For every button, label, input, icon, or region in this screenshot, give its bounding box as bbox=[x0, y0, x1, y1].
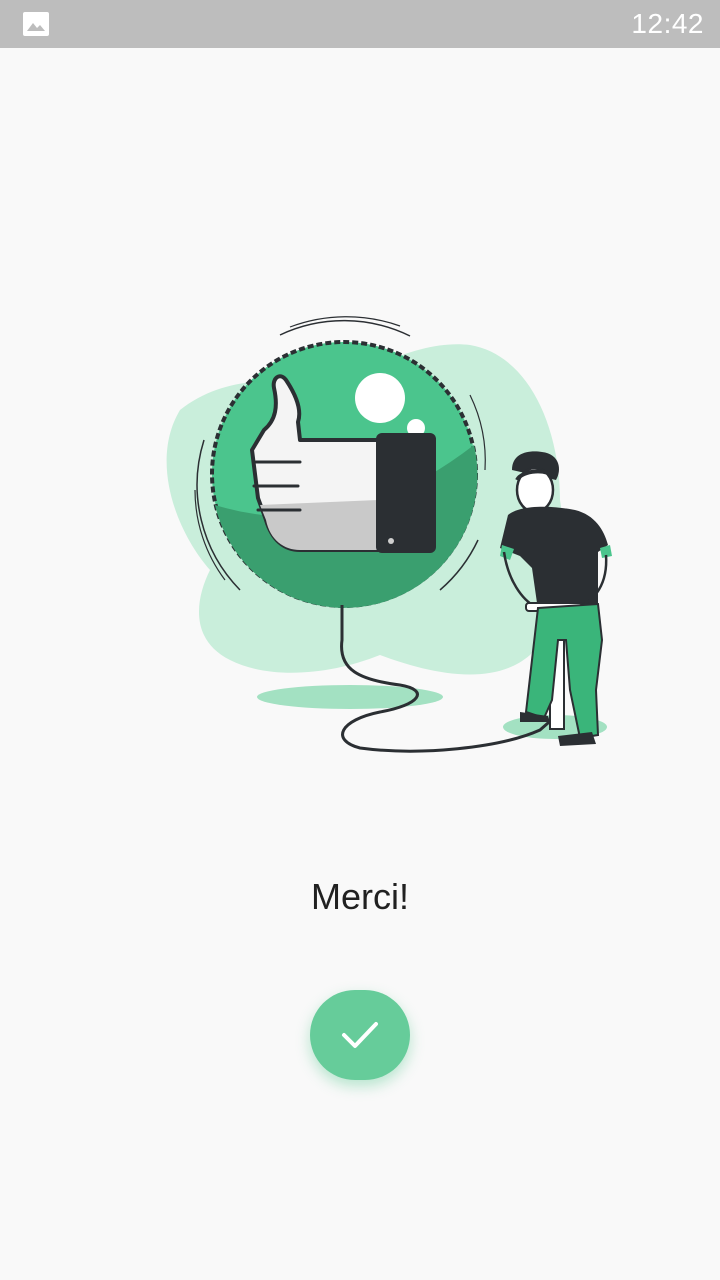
thank-you-message: Merci! bbox=[311, 876, 409, 917]
confirm-button[interactable] bbox=[310, 990, 410, 1080]
image-icon bbox=[23, 12, 49, 36]
thumbs-up-balloon-illustration bbox=[166, 316, 612, 753]
check-icon bbox=[342, 1022, 378, 1048]
status-time: 12:42 bbox=[631, 8, 704, 39]
status-bar: 12:42 bbox=[0, 0, 720, 48]
